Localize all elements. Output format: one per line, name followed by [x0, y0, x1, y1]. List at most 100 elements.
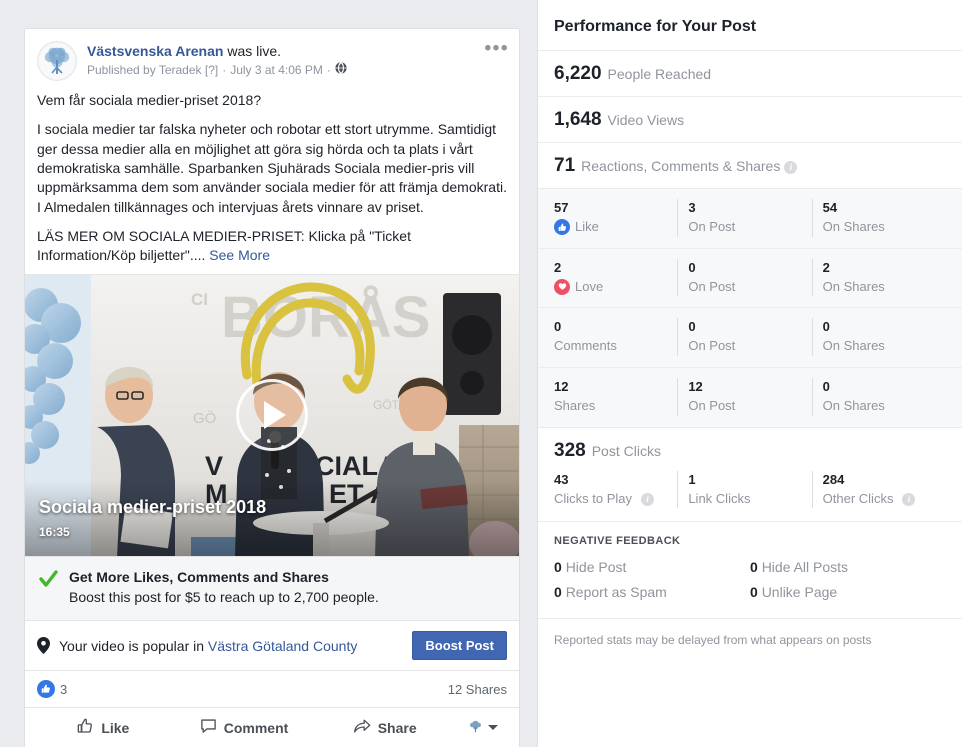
svg-text:CI: CI [191, 290, 208, 309]
chevron-down-icon [488, 725, 499, 731]
clicks-to-play-label: Clicks to Play i [554, 490, 677, 509]
shares-label-text: Shares [554, 397, 596, 413]
comments-on-shares-value: 0 [822, 319, 830, 335]
like-button[interactable]: Like [33, 712, 174, 744]
comments-on-shares-label: On Shares [822, 338, 885, 354]
avatar[interactable] [37, 41, 77, 81]
unlike-page-value: 0 [750, 583, 758, 600]
breakdown-on-shares-cell: 2 On Shares [811, 258, 946, 297]
table-row: 0 Comments 0 On Post 0 On Shares [538, 308, 962, 369]
like-on-post-label: On Post [688, 218, 736, 234]
published-by: Published by Teradek [?] [87, 62, 219, 77]
post-card: Västsvenska Arenan was live. Published b… [24, 28, 520, 747]
boost-promo-subtitle: Boost this post for $5 to reach up to 2,… [69, 589, 379, 606]
shares-count[interactable]: 12 Shares [448, 682, 507, 697]
info-icon[interactable]: i [902, 492, 916, 506]
shares-on-post-value: 12 [688, 379, 703, 395]
popular-location-link[interactable]: Västra Götaland County [208, 638, 357, 654]
unlike-page-label: Unlike Page [761, 583, 838, 600]
popular-location-row: Your video is popular in Västra Götaland… [25, 621, 519, 672]
negative-feedback-section: NEGATIVE FEEDBACK 0 Hide Post 0 Hide All… [538, 522, 962, 620]
video-views-value: 1,648 [554, 109, 602, 130]
share-arrow-icon [353, 718, 371, 738]
link-clicks-cell: 1 Link Clicks [677, 470, 811, 509]
breakdown-on-post-cell: 0 On Post [677, 258, 811, 297]
post-options-icon[interactable]: ••• [485, 39, 509, 58]
share-button-label: Share [377, 719, 417, 736]
breakdown-on-post-cell: 12 On Post [677, 378, 811, 416]
boost-post-button[interactable]: Boost Post [412, 631, 507, 661]
video-title: Sociala medier-priset 2018 [39, 496, 267, 517]
info-icon[interactable]: i [784, 160, 798, 174]
report-as-spam-value: 0 [554, 583, 562, 600]
hide-all-posts-label: Hide All Posts [761, 559, 849, 576]
breakdown-total-cell: 2 Love [554, 259, 677, 297]
shares-on-post-label: On Post [688, 397, 736, 413]
report-as-spam-label: Report as Spam [565, 583, 667, 600]
location-pin-icon [37, 637, 55, 655]
breakdown-on-post-cell: 3 On Post [677, 199, 811, 237]
heart-icon [554, 278, 570, 295]
breakdown-total-cell: 57 Like [554, 199, 677, 237]
hide-all-posts-value: 0 [750, 559, 758, 576]
post-clicks-label: Post Clicks [591, 442, 661, 459]
negative-feedback-grid: 0 Hide Post 0 Hide All Posts 0 Report as… [554, 555, 946, 604]
svg-text:GÖ: GÖ [193, 409, 216, 427]
post-counts-row: 3 12 Shares [25, 671, 519, 708]
breakdown-total-cell: 12 Shares [554, 378, 677, 416]
check-icon [39, 568, 59, 592]
post-clicks-header: 328 Post Clicks [554, 440, 946, 462]
breakdown-total-cell: 0 Comments [554, 318, 677, 356]
boost-promo: Get More Likes, Comments and Shares Boos… [25, 556, 519, 622]
comment-bubble-icon [200, 718, 217, 738]
post-paragraph-2: LÄS MER OM SOCIALA MEDIER-PRISET: Klicka… [37, 227, 507, 266]
page-name[interactable]: Västsvenska Arenan [87, 43, 223, 59]
insights-footnote: Reported stats may be delayed from what … [554, 633, 872, 648]
insights-page: Västsvenska Arenan was live. Published b… [0, 0, 962, 747]
comment-button[interactable]: Comment [174, 712, 315, 744]
hide-post-label: Hide Post [565, 559, 627, 576]
post-header-text: Västsvenska Arenan was live. Published b… [77, 41, 347, 81]
clicks-to-play-value: 43 [554, 471, 569, 487]
see-more-link[interactable]: See More [209, 247, 270, 263]
insights-title: Performance for Your Post [538, 0, 962, 51]
post-clicks-breakdown: 43 Clicks to Play i 1 Link Clicks 284 Oth… [554, 470, 946, 509]
post-timestamp[interactable]: July 3 at 4:06 PM [230, 63, 323, 79]
live-suffix: was live. [227, 43, 282, 59]
video-thumbnail[interactable]: BORÅS CI GÖ GÖTA V CIALA M ET A [25, 273, 519, 557]
share-as-page-selector[interactable] [455, 719, 511, 737]
thumbs-up-icon [554, 219, 570, 236]
other-clicks-label-text: Other Clicks [822, 490, 894, 506]
shares-on-shares-value: 0 [822, 379, 830, 395]
boost-promo-title: Get More Likes, Comments and Shares [69, 568, 329, 585]
post-author-line: Västsvenska Arenan was live. [87, 42, 347, 60]
love-on-shares-value: 2 [822, 259, 830, 275]
reactions-breakdown-table: 57 Like 3 On Post 54 On Shares 2 Love 0 … [538, 189, 962, 428]
like-on-shares-value: 54 [822, 200, 838, 215]
play-button-icon[interactable] [236, 379, 308, 451]
breakdown-on-shares-cell: 54 On Shares [811, 199, 946, 237]
headline-stats: 6,220 People Reached 1,648 Video Views 7… [538, 51, 962, 189]
comments-label-text: Comments [554, 338, 617, 354]
share-button[interactable]: Share [314, 712, 455, 744]
comments-on-post-label: On Post [688, 338, 736, 354]
popular-prefix: Your video is popular in [59, 637, 205, 654]
shares-total-value: 12 [554, 379, 569, 395]
love-on-post-value: 0 [688, 259, 696, 275]
post-clicks-value: 328 [554, 439, 586, 461]
reactions-total-label: Reactions, Comments & Shares i [581, 158, 798, 174]
clicks-to-play-label-text: Clicks to Play [554, 490, 633, 506]
stat-people-reached: 6,220 People Reached [538, 51, 962, 97]
table-row: 12 Shares 12 On Post 0 On Shares [538, 368, 962, 427]
link-clicks-label: Link Clicks [688, 490, 751, 506]
svg-text:V: V [205, 451, 223, 481]
post-header: Västsvenska Arenan was live. Published b… [25, 29, 519, 81]
other-clicks-label: Other Clicks i [823, 490, 946, 509]
stat-video-views: 1,648 Video Views [538, 97, 962, 143]
likes-count: 3 [60, 681, 68, 697]
thumbs-up-icon [37, 680, 55, 699]
likes-count-group[interactable]: 3 [37, 680, 68, 699]
comment-button-label: Comment [223, 719, 289, 736]
negative-feedback-title: NEGATIVE FEEDBACK [554, 535, 681, 548]
info-icon[interactable]: i [641, 492, 655, 506]
